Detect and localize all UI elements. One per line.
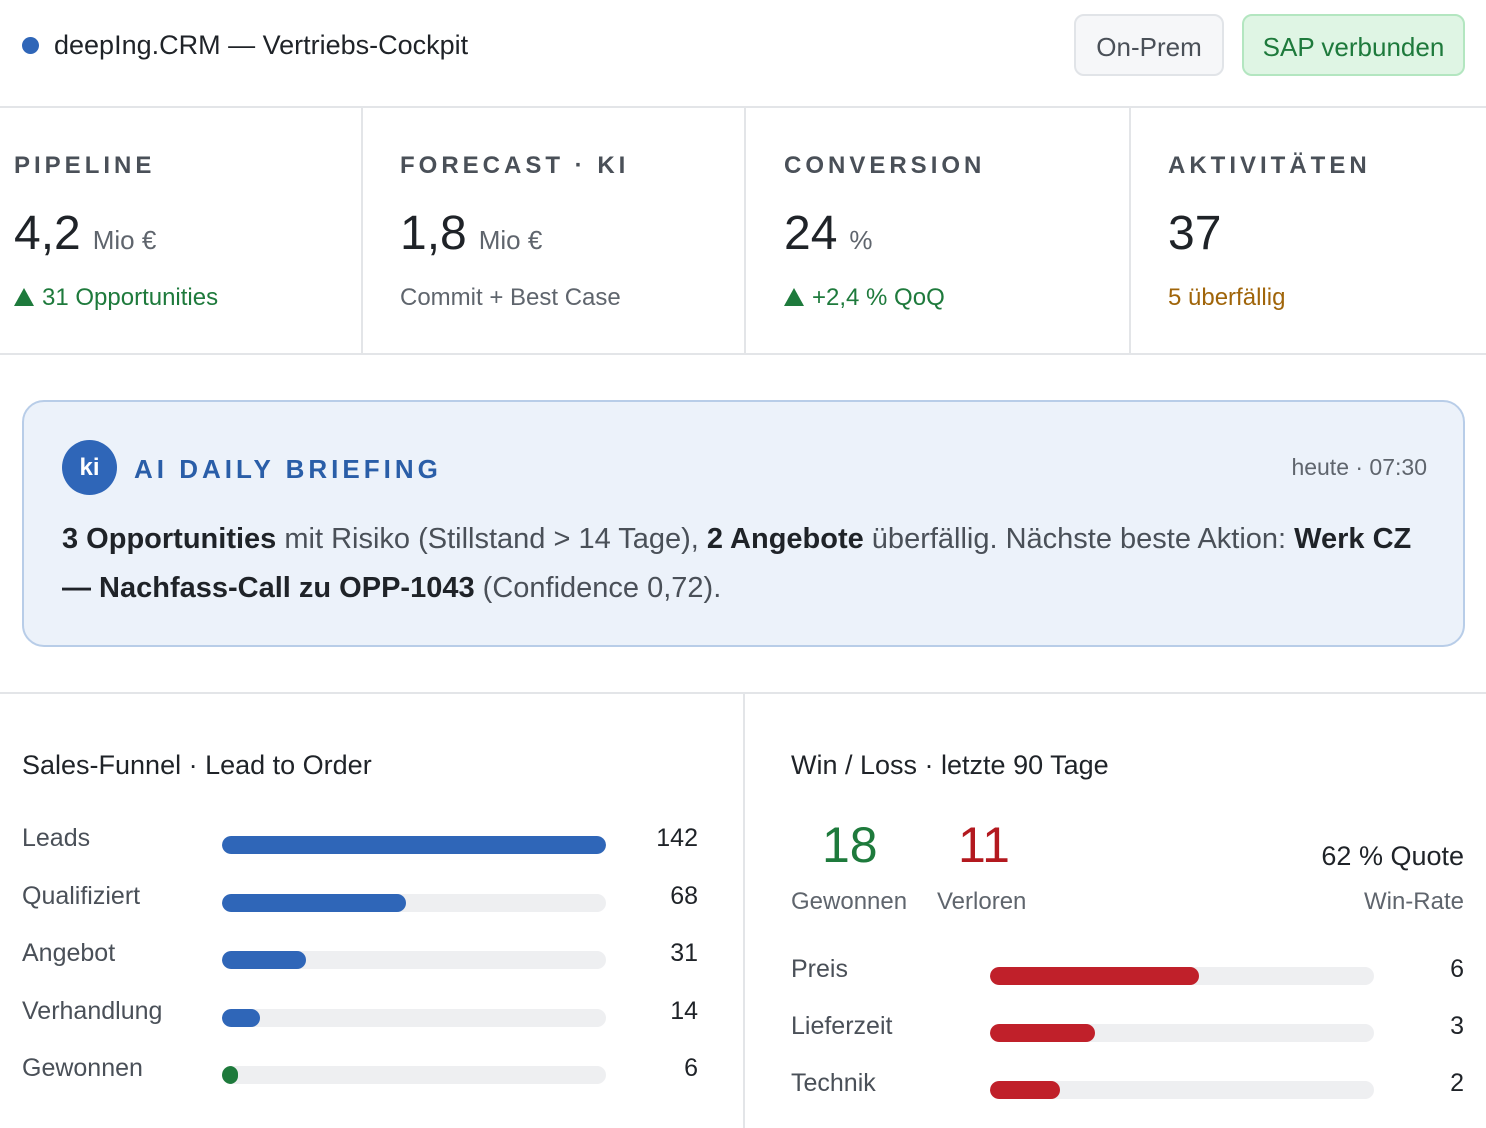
sap-connection-badge[interactable]: SAP verbunden [1242, 14, 1465, 76]
won-label: Gewonnen [791, 888, 908, 915]
trend-up-icon [14, 288, 34, 306]
loss-reason-bar-track[interactable] [990, 1081, 1374, 1099]
kpi-sub-text: 5 überfällig [1168, 284, 1286, 311]
funnel-row-bar [222, 1008, 260, 1027]
funnel-row-label: Leads [22, 824, 91, 852]
funnel-row-bar [222, 1066, 238, 1084]
funnel-row-bar [222, 836, 606, 854]
kpi-sub-text: +2,4 % QoQ [812, 284, 945, 311]
briefing-text-part: mit Risiko (Stillstand > 14 Tage), [276, 523, 707, 555]
loss-reason-bar [990, 1081, 1060, 1099]
funnel-row-bar [222, 951, 306, 969]
funnel-row-bar-track[interactable] [222, 836, 606, 854]
kpi-card-forecast[interactable]: FORECAST · KI 1,8 Mio € Commit + Best Cas… [361, 108, 744, 353]
kpi-trend: 31 Opportunities [14, 284, 218, 312]
kpi-card-pipeline[interactable]: PIPELINE 4,2 Mio € 31 Opportunities [0, 108, 361, 353]
funnel-row-bar-track[interactable] [222, 1066, 606, 1084]
kpi-number: 1,8 [400, 207, 467, 260]
loss-reason-value: 3 [1450, 1012, 1464, 1040]
briefing-highlight: 2 Angebote [706, 523, 864, 555]
kpi-value: 1,8 Mio € [400, 206, 542, 261]
ai-daily-briefing[interactable]: ki AI DAILY BRIEFING heute · 07:30 3 Opp… [22, 400, 1465, 647]
won-count: 18 [822, 817, 878, 873]
loss-reason-label: Technik [791, 1069, 876, 1097]
kpi-strip: PIPELINE 4,2 Mio € 31 Opportunities FOREC… [0, 108, 1486, 355]
kpi-trend: +2,4 % QoQ [784, 284, 945, 312]
kpi-number: 24 [784, 207, 838, 260]
loss-reason-label: Preis [791, 955, 848, 983]
winloss-title: Win / Loss · letzte 90 Tage [791, 750, 1109, 780]
funnel-row-label: Qualifiziert [22, 881, 141, 910]
kpi-number: 4,2 [14, 207, 81, 260]
app-header: deepIng.CRM — Vertriebs-Cockpit On-Prem … [0, 0, 1486, 108]
funnel-row-bar [222, 893, 406, 912]
app-title: deepIng.CRM — Vertriebs-Cockpit [54, 30, 469, 60]
kpi-value: 24% [784, 206, 873, 261]
kpi-sub-text: Commit + Best Case [400, 284, 621, 311]
status-dot-icon [22, 37, 39, 54]
kpi-card-activities[interactable]: AKTIVITÄTEN 37 5 überfällig [1129, 108, 1486, 353]
lost-label: Verloren [937, 888, 1027, 915]
kpi-card-conversion[interactable]: CONVERSION 24% +2,4 % QoQ [744, 108, 1129, 353]
loss-reason-bar [990, 1024, 1095, 1042]
loss-reason-value: 2 [1450, 1069, 1464, 1097]
funnel-row-label: Gewonnen [22, 1054, 143, 1082]
kpi-number: 37 [1168, 207, 1222, 260]
panel-divider [743, 694, 745, 1128]
kpi-label: AKTIVITÄTEN [1168, 152, 1371, 179]
win-quote: 62 % Quote [1321, 841, 1464, 871]
ki-badge-icon: ki [62, 440, 117, 495]
kpi-unit: % [849, 225, 873, 255]
briefing-text-part: (Confidence 0,72). [474, 572, 722, 604]
kpi-unit: Mio € [92, 225, 157, 255]
funnel-row-label: Angebot [22, 939, 116, 967]
briefing-text: 3 Opportunities mit Risiko (Stillstand >… [62, 515, 1422, 613]
kpi-label: CONVERSION [784, 152, 986, 179]
kpi-value: 37 [1168, 206, 1221, 261]
trend-up-icon [784, 288, 804, 306]
funnel-row-value: 14 [670, 996, 698, 1025]
kpi-label: PIPELINE [14, 152, 156, 179]
kpi-sub-text: 31 Opportunities [42, 284, 219, 311]
lost-count: 11 [958, 817, 1010, 873]
funnel-row-value: 142 [656, 824, 698, 852]
funnel-row-value: 31 [670, 939, 698, 967]
loss-reason-bar [990, 967, 1199, 985]
kpi-label: FORECAST · KI [400, 152, 630, 179]
funnel-row-bar-track[interactable] [222, 1008, 606, 1027]
funnel-row-label: Verhandlung [22, 996, 163, 1025]
loss-reason-value: 6 [1450, 955, 1464, 983]
briefing-text-part: überfällig. Nächste beste Aktion: [863, 523, 1295, 555]
loss-reason-bar-track[interactable] [990, 1024, 1374, 1042]
funnel-title: Sales-Funnel · Lead to Order [22, 750, 372, 780]
loss-reason-bar-track[interactable] [990, 967, 1374, 985]
funnel-row-bar-track[interactable] [222, 893, 606, 912]
briefing-highlight: 3 Opportunities [62, 523, 277, 555]
briefing-timestamp: heute · 07:30 [1291, 454, 1427, 480]
briefing-title: AI DAILY BRIEFING [134, 454, 442, 484]
kpi-value: 4,2 Mio € [14, 206, 156, 261]
loss-reason-label: Lieferzeit [791, 1012, 893, 1040]
kpi-unit: Mio € [478, 225, 543, 255]
funnel-row-value: 6 [684, 1054, 698, 1082]
funnel-row-value: 68 [670, 881, 698, 910]
win-rate-label: Win-Rate [1363, 888, 1464, 915]
on-prem-badge[interactable]: On-Prem [1074, 14, 1224, 76]
funnel-row-bar-track[interactable] [222, 951, 606, 969]
